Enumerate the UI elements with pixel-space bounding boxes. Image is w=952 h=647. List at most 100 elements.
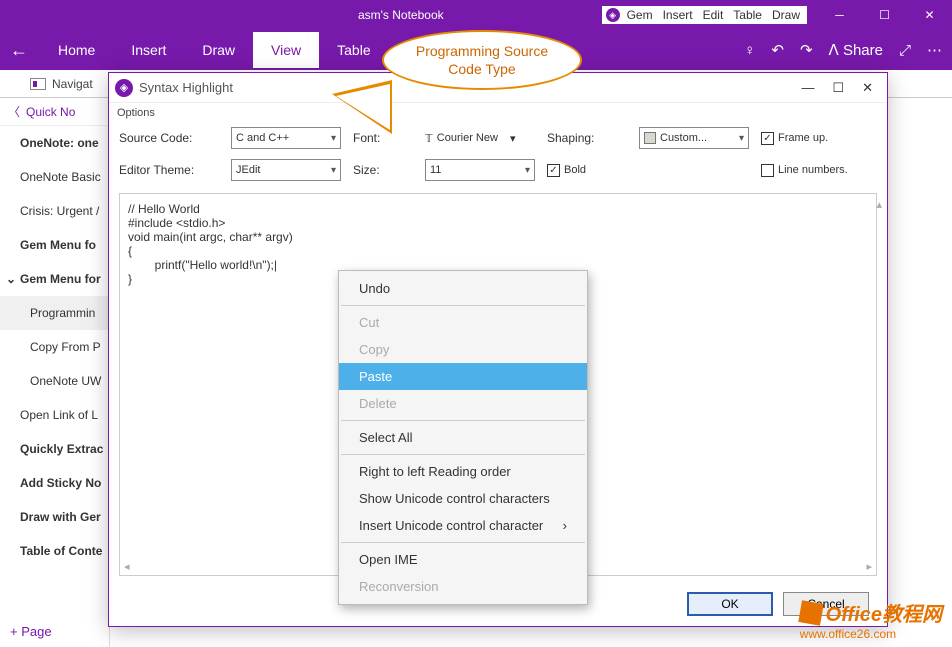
- font-icon: 𝕋: [425, 132, 433, 145]
- window-titlebar: asm's Notebook ◈ Gem Insert Edit Table D…: [0, 0, 952, 30]
- menu-separator: [341, 420, 585, 421]
- gem-tab-gem[interactable]: Gem: [624, 8, 656, 22]
- ctx-show-unicode[interactable]: Show Unicode control characters: [339, 485, 587, 512]
- options-group-label: Options: [109, 103, 887, 121]
- ctx-select-all[interactable]: Select All: [339, 424, 587, 451]
- page-sidebar: 〈 Quick No OneNote: one OneNote Basic Cr…: [0, 98, 110, 647]
- share-button[interactable]: ᐱ Share: [829, 41, 883, 59]
- menu-separator: [341, 454, 585, 455]
- chevron-down-icon: ▾: [331, 165, 336, 176]
- close-button[interactable]: ✕: [907, 0, 952, 30]
- dialog-title-label: Syntax Highlight: [139, 80, 233, 95]
- gem-tab-draw[interactable]: Draw: [769, 8, 803, 22]
- window-title: asm's Notebook: [200, 8, 602, 22]
- gem-icon: ◈: [606, 8, 620, 22]
- sidebar-header[interactable]: 〈 Quick No: [0, 98, 109, 126]
- bold-checkbox[interactable]: ✓Bold: [547, 164, 749, 177]
- sidebar-item[interactable]: Gem Menu fo: [0, 228, 109, 262]
- ctx-rtl[interactable]: Right to left Reading order: [339, 458, 587, 485]
- gem-tab-edit[interactable]: Edit: [700, 8, 727, 22]
- code-line: // Hello World: [128, 202, 868, 216]
- code-line: #include <stdio.h>: [128, 216, 868, 230]
- watermark-url: www.office26.com: [800, 627, 942, 641]
- gem-tab-table[interactable]: Table: [730, 8, 765, 22]
- sidebar-item[interactable]: OneNote: one: [0, 126, 109, 160]
- ctx-insert-unicode[interactable]: Insert Unicode control character›: [339, 512, 587, 539]
- more-icon[interactable]: ⋯: [927, 41, 942, 59]
- sidebar-item[interactable]: OneNote Basic: [0, 160, 109, 194]
- undo-icon[interactable]: ↶: [771, 41, 784, 59]
- sidebar-item[interactable]: Quickly Extrac: [0, 432, 109, 466]
- ctx-paste[interactable]: Paste: [339, 363, 587, 390]
- font-picker[interactable]: 𝕋Courier New▾: [425, 132, 535, 145]
- tab-home[interactable]: Home: [40, 32, 113, 68]
- tab-table[interactable]: Table: [319, 32, 388, 68]
- sidebar-item[interactable]: Table of Conte: [0, 534, 109, 568]
- size-label: Size:: [353, 163, 413, 177]
- chevron-right-icon: ›: [563, 518, 567, 533]
- dialog-minimize-button[interactable]: —: [801, 80, 814, 96]
- sidebar-item[interactable]: OneNote UW: [0, 364, 109, 398]
- scroll-right-icon[interactable]: ▸: [866, 560, 872, 573]
- lightbulb-icon[interactable]: ♀: [744, 42, 755, 59]
- gem-icon: ◈: [115, 79, 133, 97]
- minimize-button[interactable]: ─: [817, 0, 862, 30]
- options-panel: Source Code: C and C++▾ Font: 𝕋Courier N…: [109, 121, 887, 187]
- redo-icon[interactable]: ↷: [800, 41, 813, 59]
- maximize-button[interactable]: ☐: [862, 0, 907, 30]
- tab-draw[interactable]: Draw: [184, 32, 253, 68]
- color-swatch-icon: [644, 132, 656, 144]
- callout-tail-icon: [332, 80, 392, 134]
- frame-up-checkbox[interactable]: ✓Frame up.: [761, 132, 871, 145]
- sidebar-item[interactable]: Add Sticky No: [0, 466, 109, 500]
- sidebar-item[interactable]: Crisis: Urgent /: [0, 194, 109, 228]
- scroll-up-icon[interactable]: ▴: [876, 198, 882, 211]
- source-code-dropdown[interactable]: C and C++▾: [231, 127, 341, 149]
- chevron-down-icon: ▾: [739, 133, 744, 144]
- chevron-down-icon: ▾: [331, 133, 336, 144]
- dialog-close-button[interactable]: ✕: [862, 80, 873, 96]
- code-line: void main(int argc, char** argv): [128, 230, 868, 244]
- callout-text-line1: Programming Source: [400, 42, 564, 60]
- shaping-label: Shaping:: [547, 131, 627, 145]
- navigation-pane-icon[interactable]: [30, 78, 46, 90]
- shaping-dropdown[interactable]: Custom...▾: [639, 127, 749, 149]
- ctx-reconversion: Reconversion: [339, 573, 587, 600]
- sidebar-item-selected[interactable]: Programmin: [0, 296, 109, 330]
- sidebar-item[interactable]: Open Link of L: [0, 398, 109, 432]
- scroll-left-icon[interactable]: ◂: [124, 560, 130, 573]
- line-numbers-checkbox[interactable]: Line numbers.: [761, 164, 871, 177]
- watermark: Office教程网 www.office26.com: [800, 598, 942, 641]
- callout-text-line2: Code Type: [400, 60, 564, 78]
- ctx-open-ime[interactable]: Open IME: [339, 546, 587, 573]
- sidebar-header-label: Quick No: [26, 105, 75, 119]
- add-page-button[interactable]: + Page: [10, 624, 52, 639]
- back-arrow-icon[interactable]: ←: [10, 40, 40, 61]
- sidebar-item[interactable]: Draw with Ger: [0, 500, 109, 534]
- chevron-down-icon: ▾: [510, 132, 516, 145]
- watermark-brand: Office教程网: [826, 598, 942, 627]
- size-dropdown[interactable]: 11▾: [425, 159, 535, 181]
- menu-separator: [341, 305, 585, 306]
- dialog-maximize-button[interactable]: ☐: [832, 80, 844, 96]
- ctx-cut: Cut: [339, 309, 587, 336]
- tab-insert[interactable]: Insert: [113, 32, 184, 68]
- sidebar-item[interactable]: Copy From P: [0, 330, 109, 364]
- editor-theme-dropdown[interactable]: JEdit▾: [231, 159, 341, 181]
- ctx-delete: Delete: [339, 390, 587, 417]
- office-logo-icon: [798, 600, 823, 625]
- sidebar-item-expanded[interactable]: Gem Menu for: [0, 262, 109, 296]
- source-code-label: Source Code:: [119, 131, 219, 145]
- gem-tab-insert[interactable]: Insert: [660, 8, 696, 22]
- editor-theme-label: Editor Theme:: [119, 163, 219, 177]
- tab-view[interactable]: View: [253, 32, 319, 68]
- chevron-left-icon: 〈: [8, 103, 20, 120]
- callout-bubble: Programming Source Code Type: [382, 30, 582, 90]
- fullscreen-icon[interactable]: ⤢: [899, 42, 911, 59]
- ok-button[interactable]: OK: [687, 592, 773, 616]
- navigation-label: Navigat: [52, 77, 93, 91]
- window-controls: ─ ☐ ✕: [817, 0, 952, 30]
- annotation-callout: Programming Source Code Type: [382, 30, 582, 90]
- ctx-undo[interactable]: Undo: [339, 275, 587, 302]
- code-line: {: [128, 244, 868, 258]
